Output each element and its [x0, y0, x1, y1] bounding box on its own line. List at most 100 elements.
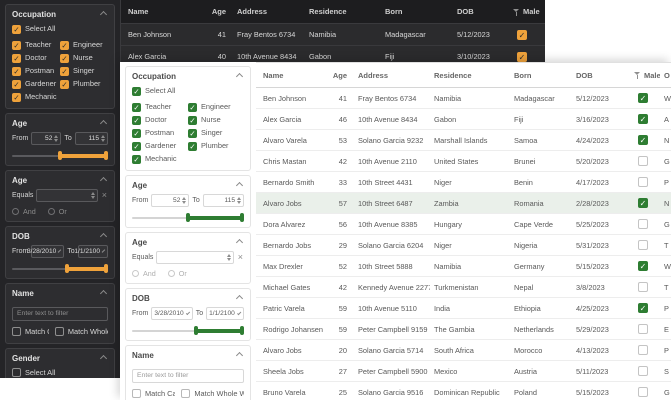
column-header-dob[interactable]: DOB: [453, 7, 505, 16]
table-row[interactable]: Alex Garcia4010th Avenue 8434GabonFiji3/…: [121, 46, 545, 62]
checkbox-checked-icon[interactable]: ✓: [132, 155, 141, 164]
select-all-option[interactable]: ✓ Select All: [12, 23, 108, 35]
checkbox-icon[interactable]: [12, 327, 21, 336]
male-checkbox[interactable]: ✓: [638, 135, 648, 145]
filter-funnel-icon[interactable]: [634, 71, 641, 79]
checkbox-icon[interactable]: [132, 389, 141, 398]
section-header[interactable]: Age: [12, 119, 108, 128]
occupation-option-nurse[interactable]: ✓Nurse: [60, 52, 108, 64]
or-radio[interactable]: [168, 270, 175, 277]
male-checkbox[interactable]: [638, 282, 648, 292]
checkbox-checked-icon[interactable]: ✓: [188, 129, 197, 138]
male-checkbox[interactable]: [638, 345, 648, 355]
checkbox-checked-icon[interactable]: ✓: [12, 41, 21, 50]
male-checkbox[interactable]: [638, 387, 648, 397]
male-checkbox[interactable]: [638, 366, 648, 376]
checkbox-checked-icon[interactable]: ✓: [12, 54, 21, 63]
column-header-clipped[interactable]: O: [660, 71, 671, 80]
checkbox-checked-icon[interactable]: ✓: [132, 116, 141, 125]
spinner-icon[interactable]: [237, 197, 241, 204]
occupation-option-teacher[interactable]: ✓Teacher: [132, 101, 188, 113]
section-header[interactable]: DOB: [12, 232, 108, 241]
dob-to-picker[interactable]: 1/1/2100: [206, 307, 244, 320]
age-equals-input[interactable]: [156, 251, 233, 264]
table-row[interactable]: Rodrigo Johansen59Peter Campbell 9159The…: [256, 319, 671, 340]
table-row[interactable]: Michael Gates42Kennedy Avenue 2277Turkme…: [256, 277, 671, 298]
match-case-option[interactable]: Match Case: [132, 388, 175, 400]
dob-range-slider[interactable]: [12, 264, 108, 273]
occupation-option-mechanic[interactable]: ✓Mechanic: [12, 91, 60, 103]
occupation-option-engineer[interactable]: ✓Engineer: [188, 101, 244, 113]
collapse-chevron-icon[interactable]: [236, 352, 243, 359]
occupation-option-doctor[interactable]: ✓Doctor: [132, 114, 188, 126]
checkbox-checked-icon[interactable]: ✓: [132, 142, 141, 151]
table-row[interactable]: Ben Johnson41Fray Bentos 6734NamibiaMada…: [121, 24, 545, 46]
male-checkbox[interactable]: ✓: [638, 303, 648, 313]
checkbox-checked-icon[interactable]: ✓: [132, 87, 141, 96]
column-header-dob[interactable]: DOB: [572, 71, 626, 80]
section-header[interactable]: Occupation: [132, 72, 244, 81]
checkbox-checked-icon[interactable]: ✓: [60, 41, 69, 50]
table-row[interactable]: Alex Garcia4610th Avenue 8434GabonFiji3/…: [256, 109, 671, 130]
match-case-option[interactable]: Match Case: [12, 326, 49, 338]
occupation-option-plumber[interactable]: ✓Plumber: [60, 78, 108, 90]
male-checkbox[interactable]: [638, 156, 648, 166]
collapse-chevron-icon[interactable]: [100, 120, 107, 127]
section-header[interactable]: DOB: [132, 294, 244, 303]
checkbox-checked-icon[interactable]: ✓: [132, 129, 141, 138]
male-checkbox[interactable]: [638, 324, 648, 334]
occupation-option-singer[interactable]: ✓Singer: [188, 127, 244, 139]
and-radio[interactable]: [132, 270, 139, 277]
table-row[interactable]: Bruno Varela25Solano Garcia 9516Dominica…: [256, 382, 671, 400]
clear-icon[interactable]: ×: [101, 191, 108, 200]
column-header-residence[interactable]: Residence: [305, 7, 381, 16]
name-filter-input[interactable]: [132, 369, 244, 383]
male-checkbox[interactable]: ✓: [517, 52, 527, 62]
spinner-icon[interactable]: [101, 135, 105, 142]
column-header-name[interactable]: Name: [256, 71, 326, 80]
slider-handle[interactable]: [104, 151, 108, 160]
clear-icon[interactable]: ×: [237, 253, 244, 262]
section-header[interactable]: Age: [12, 176, 108, 185]
checkbox-icon[interactable]: [12, 368, 21, 377]
slider-handle[interactable]: [240, 213, 244, 222]
checkbox-checked-icon[interactable]: ✓: [12, 93, 21, 102]
slider-handle[interactable]: [194, 326, 198, 335]
dropdown-chevron-icon[interactable]: [237, 310, 241, 314]
checkbox-checked-icon[interactable]: ✓: [12, 80, 21, 89]
dropdown-chevron-icon[interactable]: [58, 249, 62, 253]
collapse-chevron-icon[interactable]: [236, 239, 243, 246]
table-row[interactable]: Alvaro Jobs20Solano Garcia 5714South Afr…: [256, 340, 671, 361]
occupation-option-doctor[interactable]: ✓Doctor: [12, 52, 60, 64]
table-row[interactable]: Patric Varela5910th Avenue 5110IndiaEthi…: [256, 298, 671, 319]
checkbox-checked-icon[interactable]: ✓: [188, 103, 197, 112]
table-row[interactable]: Max Drexler5210th Street 5888NamibiaGerm…: [256, 256, 671, 277]
table-row[interactable]: Chris Mastan4210th Avenue 2110United Sta…: [256, 151, 671, 172]
occupation-option-gardener[interactable]: ✓Gardener: [12, 78, 60, 90]
section-header[interactable]: Gender: [12, 354, 108, 363]
dob-range-slider[interactable]: [132, 326, 244, 335]
male-checkbox[interactable]: [638, 219, 648, 229]
column-header-age[interactable]: Age: [193, 7, 233, 16]
age-from-input[interactable]: 52: [151, 194, 189, 207]
checkbox-checked-icon[interactable]: ✓: [60, 54, 69, 63]
checkbox-checked-icon[interactable]: ✓: [60, 80, 69, 89]
checkbox-icon[interactable]: [55, 327, 64, 336]
slider-handle[interactable]: [240, 326, 244, 335]
occupation-option-postman[interactable]: ✓Postman: [12, 65, 60, 77]
occupation-option-nurse[interactable]: ✓Nurse: [188, 114, 244, 126]
slider-handle[interactable]: [65, 264, 69, 273]
collapse-chevron-icon[interactable]: [236, 182, 243, 189]
checkbox-checked-icon[interactable]: ✓: [12, 25, 21, 34]
and-radio[interactable]: [12, 208, 19, 215]
column-header-male[interactable]: Male: [505, 7, 545, 16]
age-equals-input[interactable]: [36, 189, 97, 202]
select-all-option[interactable]: ✓ Select All: [132, 85, 244, 97]
checkbox-icon[interactable]: [181, 389, 190, 398]
dob-from-picker[interactable]: 3/28/2010: [151, 307, 192, 320]
spinner-icon[interactable]: [91, 192, 95, 199]
gender-option-select-all[interactable]: Select All: [12, 367, 108, 379]
column-header-born[interactable]: Born: [381, 7, 453, 16]
occupation-option-singer[interactable]: ✓Singer: [60, 65, 108, 77]
collapse-chevron-icon[interactable]: [100, 354, 107, 361]
